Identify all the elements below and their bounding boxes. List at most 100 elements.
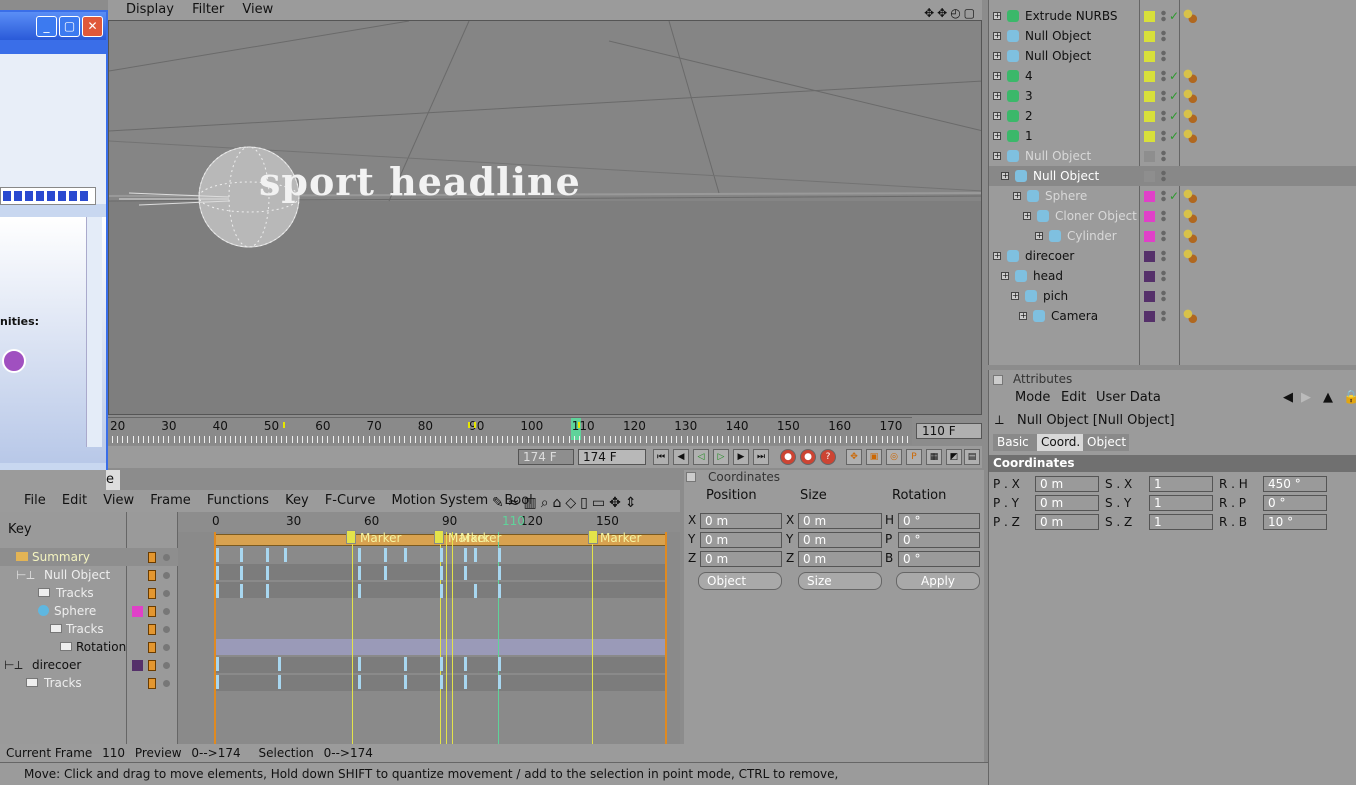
key-pla-button[interactable]: ▦ bbox=[926, 449, 942, 465]
track-dot[interactable] bbox=[163, 590, 170, 597]
tl-menu-functions[interactable]: Functions bbox=[207, 493, 269, 508]
keyframe[interactable] bbox=[358, 566, 361, 580]
enabled-check-icon[interactable]: ✓ bbox=[1169, 66, 1179, 86]
attr-s-field[interactable]: 1 bbox=[1149, 495, 1213, 511]
keyframe[interactable] bbox=[240, 584, 243, 598]
object-name[interactable]: Cylinder bbox=[1067, 226, 1117, 246]
object-row[interactable]: +2 ✓ bbox=[989, 106, 1356, 126]
object-row[interactable]: + Camera bbox=[989, 306, 1356, 326]
track-dot[interactable] bbox=[163, 572, 170, 579]
track-toggle[interactable] bbox=[148, 570, 156, 581]
key-position-button[interactable]: ✥ bbox=[846, 449, 862, 465]
tl-menu-frame[interactable]: Frame bbox=[150, 493, 191, 508]
tl-menu-key[interactable]: Key bbox=[285, 493, 309, 508]
visibility-dots[interactable] bbox=[1161, 90, 1166, 102]
keyframe[interactable] bbox=[404, 657, 407, 671]
track-toggle[interactable] bbox=[148, 588, 156, 599]
enabled-check-icon[interactable]: ✓ bbox=[1169, 6, 1179, 26]
keyframe[interactable] bbox=[404, 675, 407, 689]
material-tag-icon[interactable] bbox=[1183, 9, 1197, 23]
object-name[interactable]: Sphere bbox=[1045, 186, 1087, 206]
tl-menu-fcurve[interactable]: F-Curve bbox=[325, 493, 376, 508]
object-row[interactable]: + Cloner Object bbox=[989, 206, 1356, 226]
visibility-dots[interactable] bbox=[1161, 170, 1166, 182]
object-row[interactable]: +1 ✓ bbox=[989, 126, 1356, 146]
keyframe[interactable] bbox=[404, 548, 407, 562]
visibility-dots[interactable] bbox=[1161, 50, 1166, 62]
layer-color-swatch[interactable] bbox=[1144, 231, 1155, 242]
tree-row-tracks-3[interactable]: Tracks bbox=[0, 674, 178, 692]
expand-toggle-icon[interactable]: + bbox=[993, 12, 1001, 20]
size-x-field[interactable]: 0 m bbox=[798, 513, 882, 529]
keyframe[interactable] bbox=[440, 675, 443, 689]
object-name[interactable]: Null Object bbox=[1025, 146, 1091, 166]
expand-toggle-icon[interactable]: + bbox=[1023, 212, 1031, 220]
expand-toggle-icon[interactable]: + bbox=[993, 132, 1001, 140]
keyframe[interactable] bbox=[278, 657, 281, 671]
keyframe[interactable] bbox=[284, 548, 287, 562]
layer-color-swatch[interactable] bbox=[1144, 131, 1155, 142]
material-tag-icon[interactable] bbox=[1183, 109, 1197, 123]
object-row[interactable]: +3 ✓ bbox=[989, 86, 1356, 106]
keyframe[interactable] bbox=[358, 584, 361, 598]
attr-r-field[interactable]: 450 ° bbox=[1263, 476, 1327, 492]
material-tag-icon[interactable] bbox=[1183, 189, 1197, 203]
material-tag-icon[interactable] bbox=[1183, 89, 1197, 103]
menu-view[interactable]: View bbox=[242, 2, 273, 17]
expand-toggle-icon[interactable]: + bbox=[1019, 312, 1027, 320]
object-name[interactable]: 4 bbox=[1025, 66, 1033, 86]
tl-menu-view[interactable]: View bbox=[103, 493, 134, 508]
object-row[interactable]: + pich bbox=[989, 286, 1356, 306]
key-scale-button[interactable]: ▣ bbox=[866, 449, 882, 465]
keyframe[interactable] bbox=[464, 675, 467, 689]
close-button[interactable]: ✕ bbox=[82, 16, 103, 37]
expand-toggle-icon[interactable]: + bbox=[993, 72, 1001, 80]
size-mode-select[interactable]: Size bbox=[798, 572, 882, 590]
expand-toggle-icon[interactable]: + bbox=[1011, 292, 1019, 300]
tree-row-tracks[interactable]: Tracks bbox=[0, 584, 178, 602]
panel-toggle[interactable] bbox=[686, 472, 696, 482]
size-z-field[interactable]: 0 m bbox=[798, 551, 882, 567]
track-toggle[interactable] bbox=[148, 660, 156, 671]
tree-row-summary[interactable]: Summary bbox=[0, 548, 178, 566]
pos-z-field[interactable]: 0 m bbox=[700, 551, 782, 567]
layer-color-swatch[interactable] bbox=[1144, 11, 1155, 22]
layer-color-swatch[interactable] bbox=[1144, 51, 1155, 62]
object-name[interactable]: pich bbox=[1043, 286, 1068, 306]
attr-r-field[interactable]: 10 ° bbox=[1263, 514, 1327, 530]
menu-filter[interactable]: Filter bbox=[192, 2, 224, 17]
attr-r-field[interactable]: 0 ° bbox=[1263, 495, 1327, 511]
material-tag-icon[interactable] bbox=[1183, 69, 1197, 83]
minimize-button[interactable]: _ bbox=[36, 16, 57, 37]
autokey-button[interactable]: ● bbox=[800, 449, 816, 465]
track-toggle[interactable] bbox=[148, 606, 156, 617]
play-forward-button[interactable]: ▷ bbox=[713, 449, 729, 465]
visibility-dots[interactable] bbox=[1161, 210, 1166, 222]
tab-basic[interactable]: Basic bbox=[993, 434, 1037, 451]
attr-menu-user-data[interactable]: User Data bbox=[1096, 388, 1161, 408]
enabled-check-icon[interactable]: ✓ bbox=[1169, 186, 1179, 206]
object-row[interactable]: + Null Object bbox=[989, 26, 1356, 46]
track-dot[interactable] bbox=[163, 626, 170, 633]
keyframe-help-button[interactable]: ? bbox=[820, 449, 836, 465]
object-row[interactable]: +4 ✓ bbox=[989, 66, 1356, 86]
keyframe[interactable] bbox=[358, 657, 361, 671]
visibility-dots[interactable] bbox=[1161, 30, 1166, 42]
menu-display[interactable]: Display bbox=[126, 2, 174, 17]
object-name[interactable]: 2 bbox=[1025, 106, 1033, 126]
keyframe[interactable] bbox=[278, 675, 281, 689]
rot-p-field[interactable]: 0 ° bbox=[898, 532, 980, 548]
keyframe[interactable] bbox=[384, 566, 387, 580]
forward-arrow-icon[interactable]: ▶ bbox=[1301, 388, 1311, 408]
keyframe[interactable] bbox=[498, 675, 501, 689]
keyframe[interactable] bbox=[440, 584, 443, 598]
timeline-key-area[interactable]: 0 30 60 90 120 150 110 Marker Marker Mar… bbox=[178, 512, 680, 744]
expand-toggle-icon[interactable]: + bbox=[1001, 272, 1009, 280]
expand-toggle-icon[interactable]: + bbox=[993, 32, 1001, 40]
timeline-tab[interactable]: e bbox=[106, 470, 120, 490]
keyframe[interactable] bbox=[240, 566, 243, 580]
apply-button[interactable]: Apply bbox=[896, 572, 980, 590]
pos-x-field[interactable]: 0 m bbox=[700, 513, 782, 529]
attr-p-field[interactable]: 0 m bbox=[1035, 514, 1099, 530]
keyframe[interactable] bbox=[216, 566, 219, 580]
